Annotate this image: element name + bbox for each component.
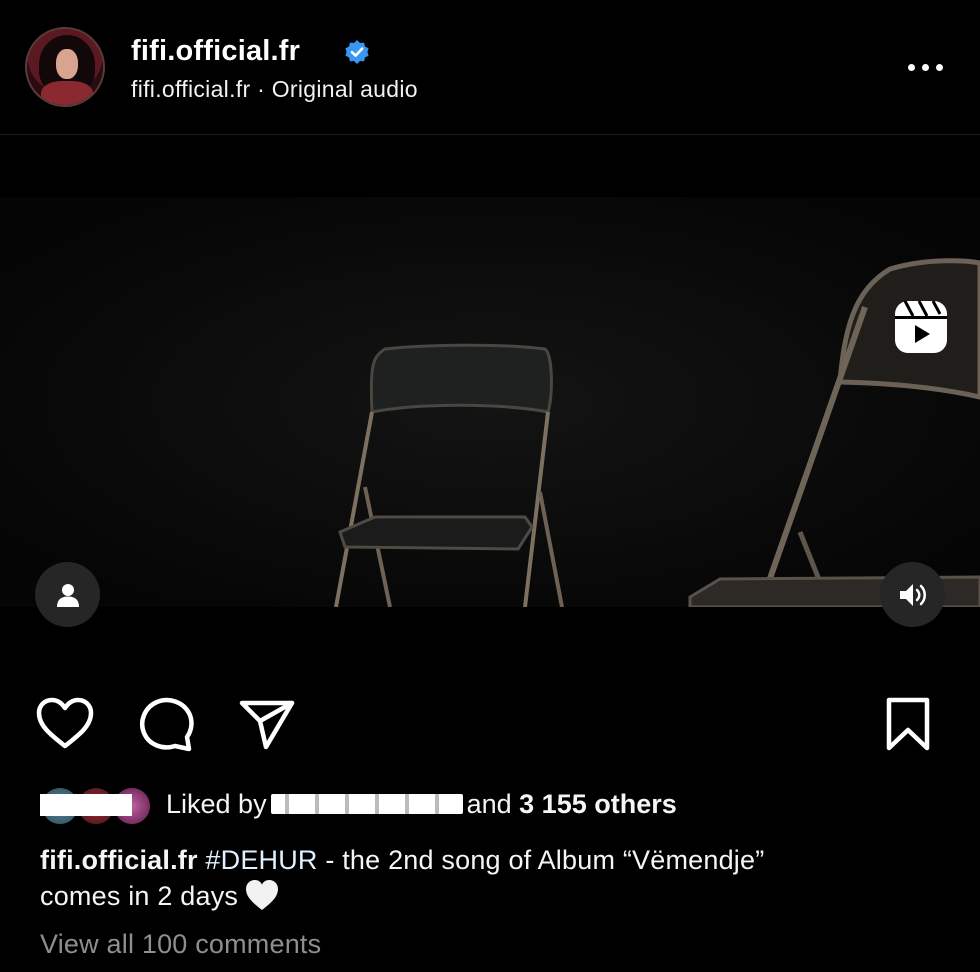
video-frame[interactable] [0,197,980,607]
reels-icon [895,300,947,353]
caption-text-line1: - the 2nd song of Album “Vëmendje” [317,845,765,875]
redacted-liker-name[interactable] [270,793,463,814]
verified-badge-icon [345,40,369,64]
comment-button[interactable] [136,694,196,754]
audio-toggle-button[interactable] [880,562,945,627]
liked-by-prefix: Liked by [166,789,267,819]
video-scene [0,197,980,607]
post-media[interactable] [0,135,980,655]
user-tag-button[interactable] [35,562,100,627]
more-dot [921,63,929,71]
post-header: fifi.official.fr fifi.official.fr · Orig… [0,0,980,134]
like-button[interactable] [35,694,95,754]
post-username[interactable]: fifi.official.fr [131,35,300,68]
save-button[interactable] [878,694,938,754]
more-dot [907,63,915,71]
likes-summary[interactable]: Liked by and 3 155 others [40,784,940,830]
post-subline[interactable]: fifi.official.fr · Original audio [131,76,418,103]
likes-count[interactable]: 3 155 others [519,789,677,819]
view-all-comments-link[interactable]: View all 100 comments [40,929,321,960]
heart-outline-icon [36,697,94,749]
avatar[interactable] [25,27,105,107]
share-button[interactable] [237,694,297,754]
white-heart-icon [246,879,279,910]
liked-by-text: Liked by and 3 155 others [166,789,677,820]
speaker-on-icon [899,583,926,606]
comment-bubble-icon [139,697,194,752]
liked-by-connector: and [466,789,512,819]
user-tag-icon [56,583,79,607]
post-caption: fifi.official.fr #DEHUR - the 2nd song o… [40,842,960,915]
caption-hashtag[interactable]: #DEHUR [205,845,317,875]
paper-plane-icon [239,700,295,750]
caption-text-line2: comes in 2 days [40,881,239,911]
more-options-button[interactable] [900,50,950,84]
liker-avatars[interactable] [40,784,152,830]
bookmark-outline-icon [886,697,930,751]
more-dot [935,63,943,71]
redaction-bar [40,794,132,816]
avatar-face [56,49,78,79]
caption-username[interactable]: fifi.official.fr [40,845,198,875]
avatar-body [41,81,93,105]
